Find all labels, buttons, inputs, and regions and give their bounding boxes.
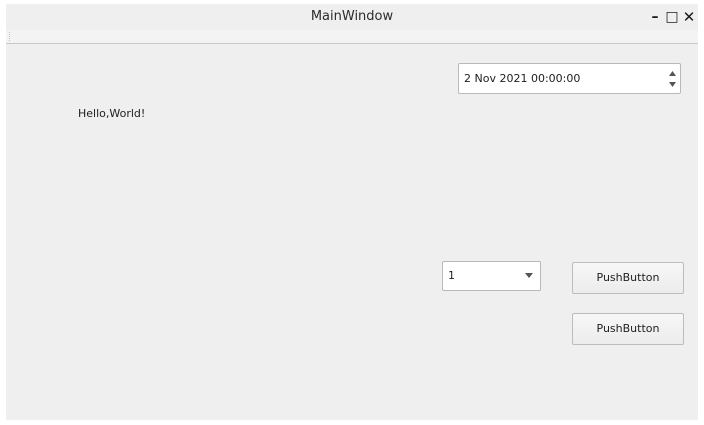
hello-label: Hello,World! (78, 107, 146, 120)
spin-up-arrow-icon[interactable] (669, 70, 676, 78)
menu-bar-grip (9, 32, 12, 41)
minimize-icon[interactable]: – (646, 7, 664, 27)
spin-down-arrow-icon[interactable] (669, 80, 676, 88)
push-button-1[interactable]: PushButton (572, 262, 684, 294)
menu-bar (6, 30, 698, 44)
combo-box[interactable]: 1 (442, 261, 541, 291)
push-button-2[interactable]: PushButton (572, 313, 684, 345)
maximize-icon[interactable]: □ (663, 7, 681, 27)
chevron-down-icon[interactable] (525, 273, 533, 278)
datetime-edit[interactable]: 2 Nov 2021 00:00:00 (458, 63, 681, 94)
close-icon[interactable]: ✕ (680, 7, 698, 27)
combo-box-value: 1 (448, 269, 455, 282)
window-title: MainWindow (310, 9, 394, 24)
main-window: MainWindow – □ ✕ Hello,World! 2 Nov 2021… (6, 4, 698, 420)
datetime-value[interactable]: 2 Nov 2021 00:00:00 (464, 64, 580, 93)
title-bar[interactable]: MainWindow – □ ✕ (6, 4, 698, 30)
